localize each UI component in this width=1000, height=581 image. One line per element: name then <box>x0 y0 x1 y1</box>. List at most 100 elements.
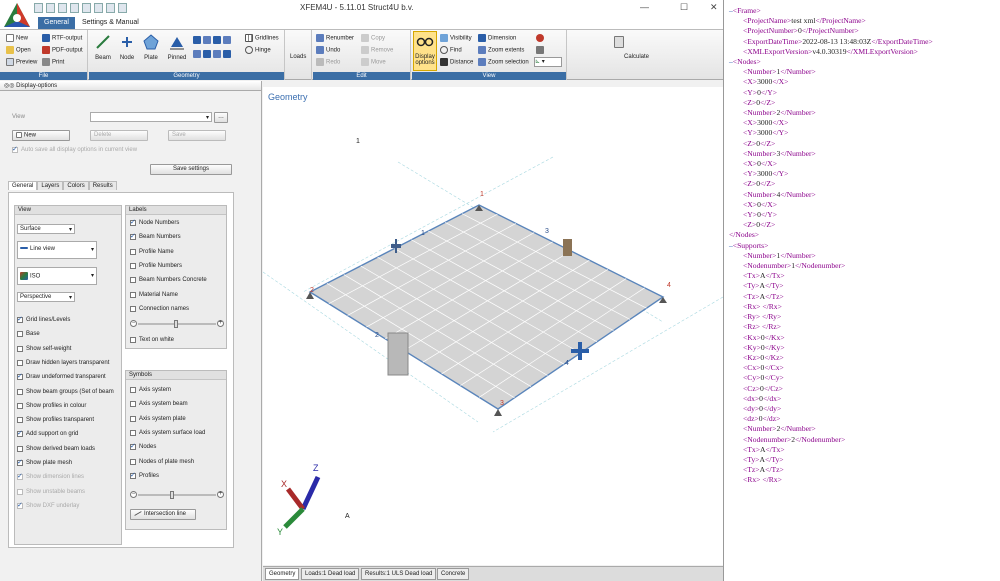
checkbox-grid-lines-levels[interactable]: Grid lines/Levels <box>17 315 70 323</box>
line-view-select[interactable]: Line view ▾ <box>17 241 97 259</box>
calculate-button[interactable]: Calculate <box>624 54 649 60</box>
checkbox-axis-system-surface-load[interactable]: Axis system surface load <box>130 429 205 436</box>
node-button[interactable]: Node <box>115 33 139 61</box>
checkbox-box[interactable] <box>130 218 136 226</box>
increase-icon[interactable]: + <box>217 320 224 327</box>
undo-button[interactable]: Undo <box>316 46 340 54</box>
checkbox-box[interactable] <box>130 471 136 479</box>
save-file-icon[interactable] <box>58 3 67 13</box>
iso-select[interactable]: ISO ▾ <box>17 267 97 285</box>
checkbox-box[interactable] <box>130 248 136 255</box>
rtf-output-button[interactable]: RTF-output <box>42 34 82 42</box>
checkbox-box[interactable] <box>130 262 136 269</box>
checkbox-material-name[interactable]: Material Name <box>130 291 178 298</box>
model-canvas[interactable]: 1 2 3 4 1 2 3 4 1 Z X Y A <box>263 87 723 565</box>
view-axis-dropdown[interactable]: ⊾ ▾ <box>534 57 562 67</box>
label-size-slider[interactable]: − + <box>130 320 224 328</box>
tab-general-options[interactable]: General <box>8 181 38 190</box>
checkbox-show-self-weight[interactable]: Show self-weight <box>17 345 71 352</box>
support-types-gallery[interactable] <box>193 36 243 44</box>
save-settings-button[interactable]: Save settings <box>150 164 232 175</box>
auto-save-checkbox[interactable]: Auto save all display options in current… <box>12 145 137 153</box>
symbol-size-slider[interactable]: − + <box>130 491 224 499</box>
checkbox-box[interactable] <box>17 345 23 352</box>
slider-knob[interactable] <box>170 491 174 499</box>
close-button[interactable]: ✕ <box>710 2 718 13</box>
checkbox-nodes-of-plate-mesh[interactable]: Nodes of plate mesh <box>130 458 194 465</box>
checkbox-box[interactable] <box>130 291 136 298</box>
hinge-button[interactable]: Hinge <box>245 46 271 54</box>
calculator-icon[interactable] <box>614 36 626 48</box>
checkbox-show-profiles-in-colour[interactable]: Show profiles in colour <box>17 402 86 409</box>
checkbox-show-derived-beam-loads[interactable]: Show derived beam loads <box>17 445 95 452</box>
new-button[interactable]: New <box>6 34 28 42</box>
increase-icon[interactable]: + <box>217 491 224 498</box>
checkbox-box[interactable] <box>17 429 23 438</box>
checkbox-node-numbers[interactable]: Node Numbers <box>130 218 179 226</box>
preview-button[interactable]: Preview <box>6 58 37 66</box>
move-button[interactable]: Move <box>361 58 386 66</box>
new-file-icon[interactable] <box>34 3 43 13</box>
open-button[interactable]: Open <box>6 46 31 54</box>
remove-button[interactable]: Remove <box>361 46 393 54</box>
beam-button[interactable]: Beam <box>91 33 115 61</box>
checkbox-box[interactable] <box>17 315 23 323</box>
print-icon[interactable] <box>70 3 79 13</box>
checkbox-show-profiles-transparent[interactable]: Show profiles transparent <box>17 417 94 424</box>
checkbox-box[interactable] <box>17 445 23 452</box>
gridlines-button[interactable]: Gridlines <box>245 34 279 42</box>
checkbox-box[interactable] <box>17 488 23 495</box>
checkbox-box[interactable] <box>130 415 136 422</box>
tab-general[interactable]: General <box>38 17 75 29</box>
checkbox-beam-numbers-concrete[interactable]: Beam Numbers Concrete <box>130 277 207 284</box>
app-logo-icon[interactable] <box>2 1 32 31</box>
checkbox-show-dxf-underlay[interactable]: Show DXF underlay <box>17 501 79 509</box>
display-options-button[interactable]: Display options <box>413 31 437 71</box>
checkbox-draw-undeformed-transparent[interactable]: Draw undeformed transparent <box>17 372 106 381</box>
bottom-tab-concrete[interactable]: Concrete <box>437 568 470 580</box>
distance-button[interactable]: Distance <box>440 58 473 66</box>
tab-settings-manual[interactable]: Settings & Manual <box>76 17 145 29</box>
checkbox-show-beam-groups-set-of-beam[interactable]: Show beam groups (Set of beam <box>17 388 114 395</box>
zoom-selection-button[interactable]: Zoom selection <box>478 58 529 66</box>
redo-button[interactable]: Redo <box>316 58 340 66</box>
bottom-tab-loads[interactable]: Loads:1 Dead load <box>301 568 360 580</box>
copy-button[interactable]: Copy <box>361 34 385 42</box>
pinned-button[interactable]: Pinned <box>165 33 189 61</box>
checkbox-show-plate-mesh[interactable]: Show plate mesh <box>17 458 72 466</box>
decrease-icon[interactable]: − <box>130 320 137 327</box>
checkbox-box[interactable] <box>17 458 23 466</box>
dimension-button[interactable]: Dimension <box>478 34 516 42</box>
checkbox-box[interactable] <box>130 387 136 393</box>
bottom-tab-geometry[interactable]: Geometry <box>265 568 300 580</box>
find-button[interactable]: Find <box>440 46 462 54</box>
paste-icon[interactable] <box>94 3 103 13</box>
save-view-button[interactable]: Save <box>168 130 226 141</box>
checkbox-box[interactable] <box>17 472 23 481</box>
redo-icon[interactable] <box>118 3 127 13</box>
checkbox-box[interactable] <box>130 442 136 451</box>
checkbox-box[interactable] <box>17 331 23 338</box>
checkbox-profiles[interactable]: Profiles <box>130 471 159 479</box>
zoom-extents-button[interactable]: Zoom extents <box>478 46 524 54</box>
decrease-icon[interactable]: − <box>130 491 137 498</box>
checkbox-box[interactable] <box>130 458 136 465</box>
geometry-viewport[interactable]: Geometry 1 2 3 4 1 2 3 4 1 Z X Y A <box>263 87 723 565</box>
checkbox-box[interactable] <box>17 402 23 409</box>
print-button[interactable]: Print <box>42 58 64 66</box>
perspective-select[interactable]: Perspective ▾ <box>17 292 75 302</box>
checkbox-nodes[interactable]: Nodes <box>130 442 156 451</box>
tab-results[interactable]: Results <box>88 181 117 190</box>
view-select[interactable]: ▾ <box>90 112 212 122</box>
visibility-button[interactable]: Visibility <box>440 34 472 42</box>
text-on-white-checkbox[interactable]: Text on white <box>130 337 174 343</box>
surface-select[interactable]: Surface ▾ <box>17 224 75 234</box>
plate-button[interactable]: Plate <box>139 33 163 61</box>
checkbox-profile-name[interactable]: Profile Name <box>130 248 174 255</box>
checkbox-show-unstable-beams[interactable]: Show unstable beams <box>17 488 85 495</box>
maximize-button[interactable]: ☐ <box>680 2 688 13</box>
renumber-button[interactable]: Renumber <box>316 34 354 42</box>
checkbox-box[interactable] <box>130 401 136 408</box>
checkbox-box[interactable] <box>17 417 23 424</box>
checkbox-axis-system-beam[interactable]: Axis system beam <box>130 401 188 408</box>
